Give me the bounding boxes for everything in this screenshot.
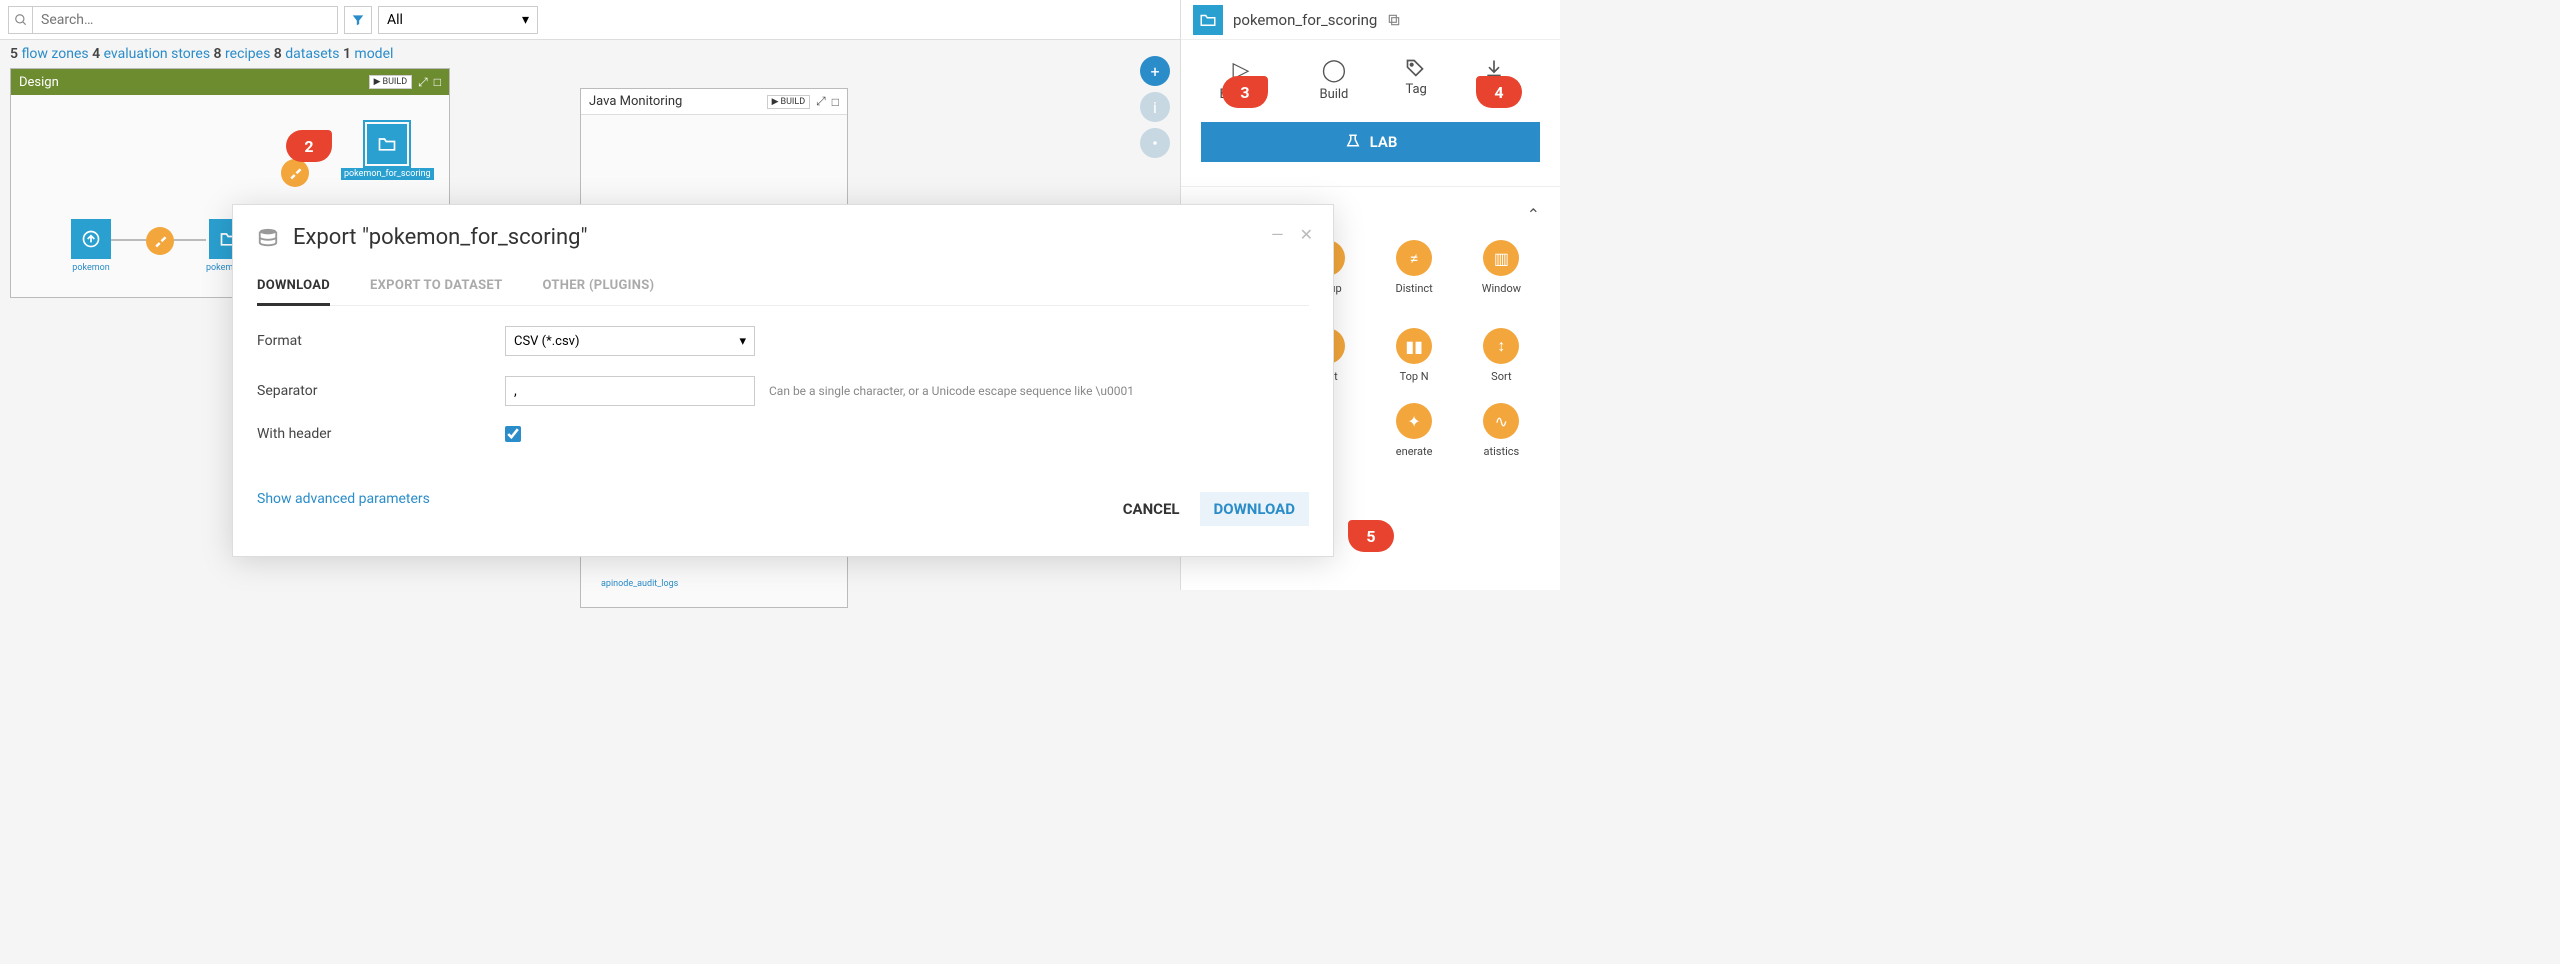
filter-all-select[interactable]: All ▾ (378, 6, 538, 34)
plus-button[interactable]: + (1140, 56, 1170, 86)
cancel-button[interactable]: CANCEL (1123, 500, 1180, 518)
dataset-icon (1193, 5, 1223, 35)
tab-export-to-dataset[interactable]: EXPORT TO DATASET (370, 270, 503, 305)
recipe-statistics[interactable]: ∿atistics (1463, 403, 1540, 458)
build-icon: ◯ (1319, 58, 1348, 83)
copy-icon[interactable] (1387, 13, 1401, 27)
collapse-icon[interactable]: ⤢ (418, 75, 428, 90)
recipes-link[interactable]: recipes (225, 46, 270, 62)
download-button[interactable]: DOWNLOAD (1200, 492, 1309, 526)
flow-zones-link[interactable]: flow zones (21, 46, 88, 62)
separator-input[interactable] (505, 376, 755, 406)
broom-icon (146, 227, 174, 255)
folder-icon (367, 124, 407, 164)
broom-icon (281, 159, 309, 187)
recipe-sort[interactable]: ↕Sort (1463, 328, 1540, 383)
node-label: pokemon (71, 263, 111, 273)
lab-button[interactable]: LAB (1201, 122, 1540, 162)
modal-title: Export "pokemon_for_scoring" (293, 225, 588, 250)
recipe-distinct[interactable]: ≠Distinct (1376, 240, 1453, 308)
filter-icon[interactable] (344, 6, 372, 34)
model-link[interactable]: model (354, 46, 393, 62)
tag-icon (1405, 58, 1426, 78)
dataset-title: pokemon_for_scoring (1233, 11, 1377, 29)
zone-design-title: Design (19, 75, 59, 90)
minimize-icon[interactable]: — (1271, 225, 1284, 244)
microscope-icon (1344, 133, 1362, 151)
zone-java-header: Java Monitoring ▶ BUILD ⤢ □ (581, 89, 847, 115)
search-icon (9, 7, 33, 33)
recipe-topn[interactable]: ▮▮Top N (1376, 328, 1453, 383)
chevron-down-icon: ▾ (739, 334, 746, 349)
show-advanced-link[interactable]: Show advanced parameters (257, 491, 430, 507)
settings-button[interactable] (1140, 128, 1170, 158)
chevron-down-icon: ▾ (522, 12, 529, 28)
marker-4: 4 (1476, 76, 1522, 108)
close-icon[interactable]: ✕ (1300, 225, 1313, 244)
evaluation-stores-link[interactable]: evaluation stores (104, 46, 210, 62)
expand-icon[interactable]: ⤢ (816, 94, 826, 109)
node-recipe-2[interactable] (281, 159, 309, 187)
chevron-up-icon[interactable]: ⌃ (1527, 205, 1540, 224)
node-label: apinode_audit_logs (601, 579, 678, 589)
mini-nav: + i (1135, 50, 1175, 164)
recipe-generate[interactable]: ✦enerate (1376, 403, 1453, 458)
zone-build-button[interactable]: ▶ BUILD (369, 75, 413, 89)
search-input[interactable] (33, 12, 337, 28)
build-action[interactable]: ◯ Build (1319, 58, 1348, 102)
square-icon[interactable]: □ (832, 95, 839, 109)
marker-2: 2 (286, 130, 332, 162)
filter-all-label: All (387, 12, 403, 28)
datasets-link[interactable]: datasets (285, 46, 339, 62)
node-apinode[interactable]: apinode_audit_logs (601, 575, 678, 589)
database-icon (257, 227, 279, 249)
marker-5: 5 (1348, 520, 1394, 552)
export-icon (1484, 58, 1522, 78)
node-pokemon-for-scoring[interactable]: pokemon_for_scoring (341, 124, 434, 180)
right-panel-header: pokemon_for_scoring (1181, 0, 1560, 40)
recipe-window[interactable]: ▥Window (1463, 240, 1540, 308)
separator-label: Separator (257, 383, 505, 399)
with-header-checkbox[interactable] (505, 426, 521, 442)
info-button[interactable]: i (1140, 92, 1170, 122)
format-select[interactable]: CSV (*.csv) ▾ (505, 326, 755, 356)
with-header-label: With header (257, 426, 505, 442)
zone-java-title: Java Monitoring (589, 94, 682, 109)
separator-hint: Can be a single character, or a Unicode … (769, 384, 1134, 398)
node-label: pokemon_for_scoring (341, 168, 434, 180)
tab-download[interactable]: DOWNLOAD (257, 270, 330, 306)
modal-tabs: DOWNLOAD EXPORT TO DATASET OTHER (PLUGIN… (257, 270, 1309, 306)
tag-action[interactable]: Tag (1405, 58, 1426, 102)
tab-other-plugins[interactable]: OTHER (PLUGINS) (543, 270, 655, 305)
node-recipe-1[interactable] (146, 227, 174, 255)
upload-icon (71, 219, 111, 259)
export-modal: Export "pokemon_for_scoring" — ✕ DOWNLOA… (232, 204, 1334, 557)
marker-3: 3 (1222, 76, 1268, 108)
node-pokemon[interactable]: pokemon (71, 219, 111, 273)
square-icon[interactable]: □ (434, 75, 441, 89)
format-label: Format (257, 333, 505, 349)
search-box[interactable] (8, 6, 338, 34)
zone-design-header: Design ▶ BUILD ⤢ □ (11, 69, 449, 95)
zone-build-button[interactable]: ▶ BUILD (767, 95, 811, 109)
